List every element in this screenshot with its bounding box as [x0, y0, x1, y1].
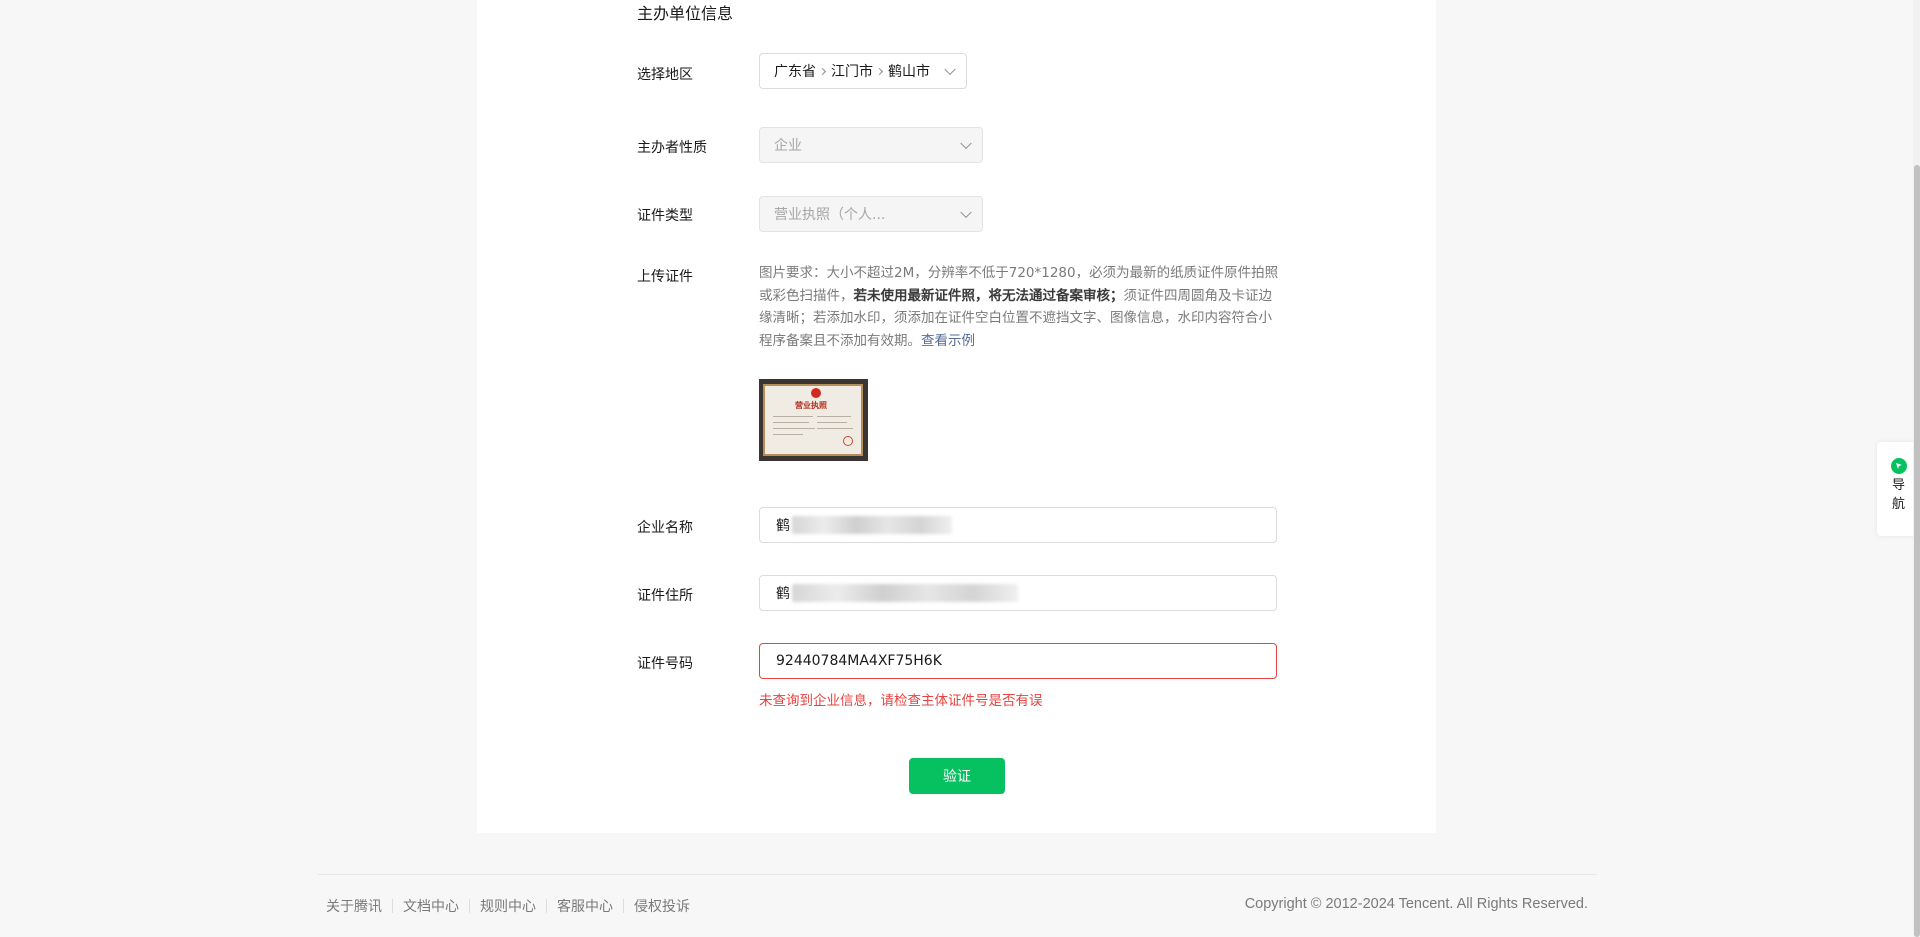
- scrollbar-thumb[interactable]: [1914, 165, 1920, 937]
- copyright-text: Copyright © 2012-2024 Tencent. All Right…: [1244, 896, 1588, 912]
- cert-address-label: 证件住所: [637, 588, 693, 604]
- chevron-right-icon: [875, 67, 884, 75]
- cert-number-value: 92440784MA4XF75H6K: [776, 653, 942, 669]
- cert-number-error: 未查询到企业信息，请检查主体证件号是否有误: [759, 693, 1043, 709]
- company-name-input[interactable]: 鹤: [759, 507, 1277, 543]
- chevron-down-icon: [960, 206, 972, 219]
- cert-address-input[interactable]: 鹤: [759, 575, 1277, 611]
- upload-label: 上传证件: [637, 269, 693, 285]
- section-title: 主办单位信息: [637, 4, 734, 23]
- footer-link-about[interactable]: 关于腾讯: [326, 896, 392, 916]
- region-select[interactable]: 广东省 江门市 鹤山市: [759, 53, 967, 89]
- footer-link-rules[interactable]: 规则中心: [470, 896, 546, 916]
- owner-type-label: 主办者性质: [637, 140, 707, 156]
- owner-type-select[interactable]: 企业: [759, 127, 983, 163]
- view-example-link[interactable]: 查看示例: [921, 333, 975, 349]
- redacted-text: [792, 584, 1018, 602]
- stamp-icon: [843, 436, 853, 446]
- district-value: 鹤山市: [888, 64, 930, 80]
- footer-links: 关于腾讯 文档中心 规则中心 客服中心 侵权投诉: [326, 896, 700, 916]
- footer-link-docs[interactable]: 文档中心: [393, 896, 469, 916]
- cert-type-select[interactable]: 营业执照（个人...: [759, 196, 983, 232]
- province-value: 广东省: [774, 64, 816, 80]
- owner-type-value: 企业: [774, 138, 802, 154]
- footer-link-infringement[interactable]: 侵权投诉: [624, 896, 700, 916]
- footer-link-support[interactable]: 客服中心: [547, 896, 623, 916]
- license-thumb-title: 营业执照: [795, 401, 827, 410]
- company-name-value: 鹤: [776, 518, 790, 534]
- cert-address-value: 鹤: [776, 586, 790, 602]
- side-nav-label: 导航: [1891, 478, 1905, 512]
- verify-button[interactable]: 验证: [909, 758, 1005, 794]
- license-image: 营业执照: [763, 384, 863, 456]
- cert-number-input[interactable]: 92440784MA4XF75H6K: [759, 643, 1277, 679]
- upload-requirements: 图片要求：大小不超过2M，分辨率不低于720*1280，必须为最新的纸质证件原件…: [759, 262, 1279, 352]
- compass-icon: [1890, 458, 1907, 474]
- region-label: 选择地区: [637, 67, 693, 83]
- cert-type-label: 证件类型: [637, 208, 693, 224]
- city-value: 江门市: [831, 64, 873, 80]
- chevron-down-icon: [960, 137, 972, 150]
- redacted-text: [792, 516, 952, 534]
- cert-number-label: 证件号码: [637, 656, 693, 672]
- upload-desc-warning: 若未使用最新证件照，将无法通过备案审核；: [853, 287, 1124, 304]
- chevron-down-icon: [944, 63, 956, 76]
- cert-type-value: 营业执照（个人...: [774, 207, 886, 223]
- uploaded-license-thumbnail[interactable]: 营业执照: [759, 379, 868, 461]
- company-name-label: 企业名称: [637, 520, 693, 536]
- emblem-icon: [811, 388, 821, 398]
- chevron-right-icon: [818, 67, 827, 75]
- footer-divider: [318, 874, 1597, 875]
